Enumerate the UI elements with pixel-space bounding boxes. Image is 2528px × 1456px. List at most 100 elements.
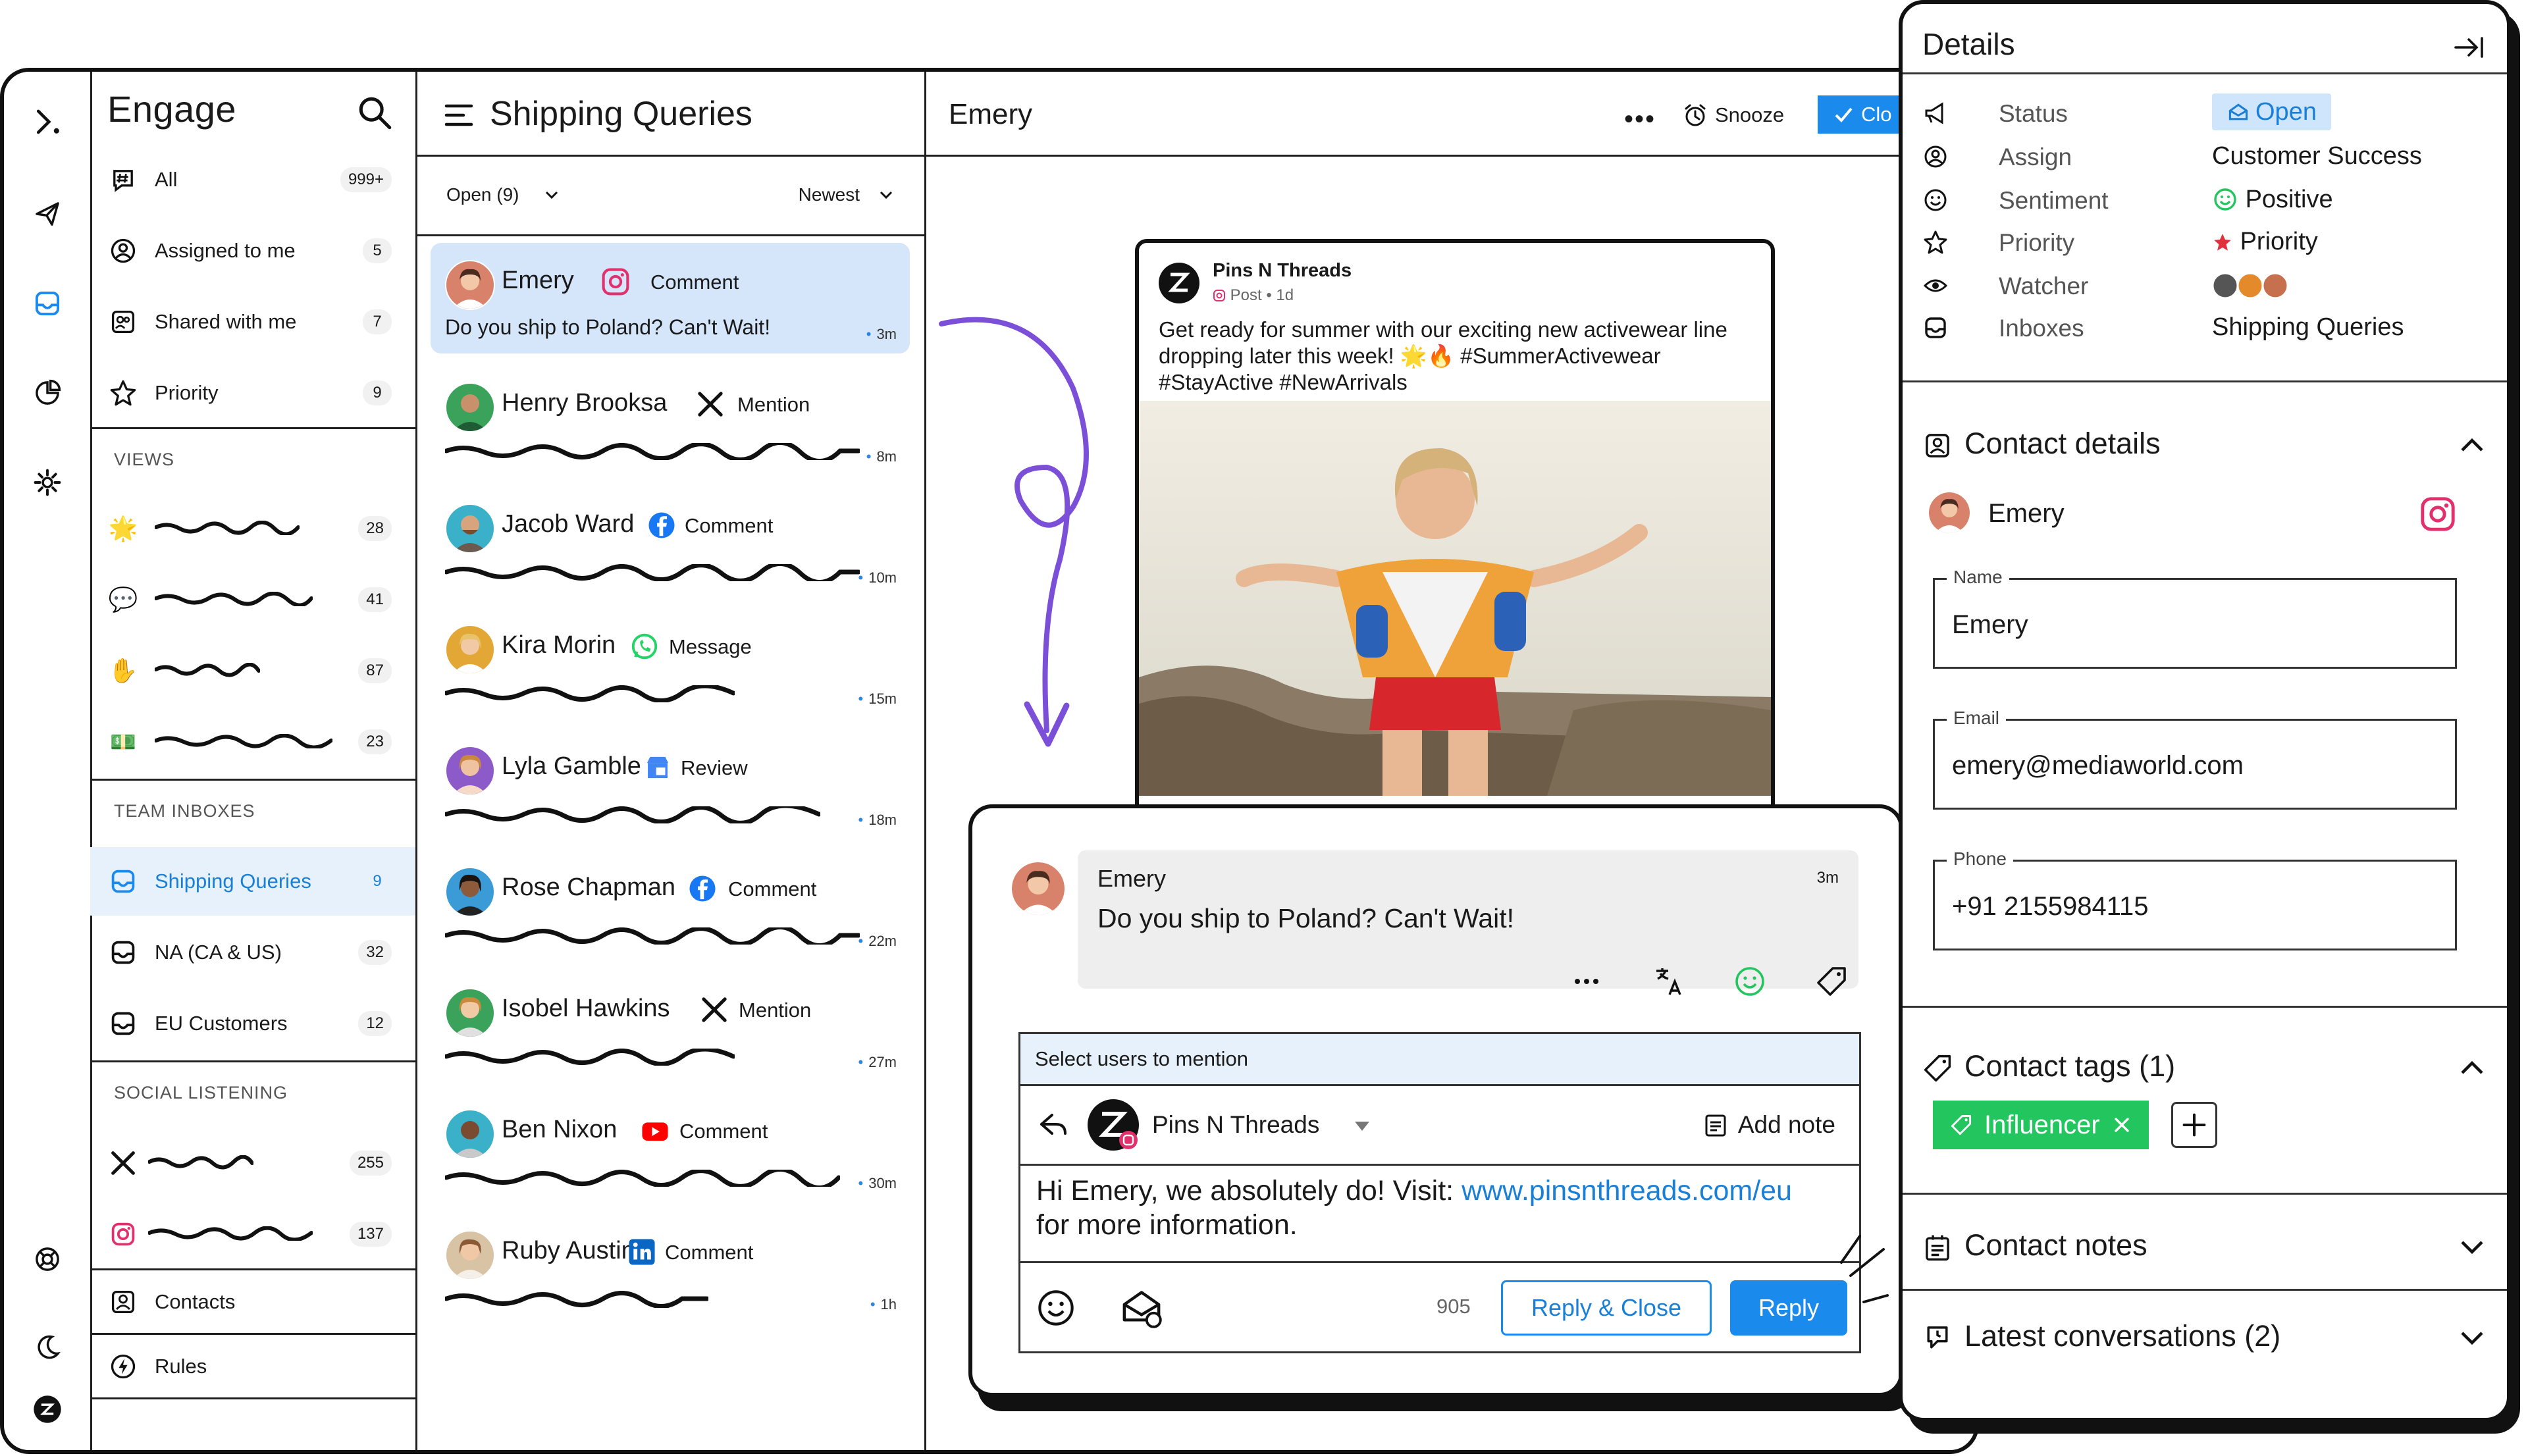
caret-down-icon[interactable] (1354, 1120, 1371, 1132)
social-item-instagram[interactable]: 137 (90, 1200, 415, 1268)
reply-button[interactable]: Reply (1730, 1280, 1847, 1336)
collapse-panel-icon[interactable] (2453, 34, 2486, 61)
instagram-icon[interactable] (2419, 495, 2457, 533)
divider (90, 1268, 415, 1270)
detail-row-sentiment[interactable]: Sentiment Positive (1922, 180, 2507, 220)
logo-icon[interactable] (30, 105, 65, 139)
count-badge: 999+ (340, 167, 392, 192)
watcher-avatar-group (2211, 272, 2289, 299)
close-conversation-button[interactable]: Clo (1818, 95, 1908, 134)
watcher-avatars[interactable] (2211, 271, 2298, 307)
menu-icon[interactable] (444, 102, 474, 128)
nav-item-all[interactable]: All 999+ (90, 145, 415, 214)
more-options-button[interactable]: ••• (1624, 105, 1656, 134)
reply-arrow-icon[interactable] (1038, 1108, 1069, 1140)
reply-text-end: for more information. (1036, 1209, 1298, 1241)
settings-icon[interactable] (30, 465, 65, 500)
conversation-item[interactable]: Rose Chapman Comment 22m (431, 850, 910, 960)
emoji-icon[interactable] (1035, 1287, 1077, 1329)
sender-selector[interactable]: Pins N Threads (1152, 1111, 1319, 1139)
conversation-item[interactable]: Jacob Ward Comment 10m (431, 486, 910, 597)
tag-icon[interactable] (1812, 962, 1851, 1001)
view-item[interactable]: ✋ 87 (90, 637, 415, 705)
detail-row-inboxes[interactable]: Inboxes Shipping Queries (1922, 308, 2507, 348)
team-inbox-na[interactable]: NA (CA & US) 32 (90, 918, 415, 987)
nav-item-rules[interactable]: Rules (90, 1336, 415, 1397)
phone-field[interactable]: Phone +91 2155984115 (1933, 848, 2457, 950)
reply-link[interactable]: www.pinsnthreads.com/eu (1462, 1175, 1792, 1207)
nav-item-priority[interactable]: Priority 9 (90, 359, 415, 427)
conversation-item[interactable]: Isobel Hawkins Mention 27m (431, 971, 910, 1081)
send-icon[interactable] (30, 197, 65, 231)
timestamp: 1h (870, 1296, 897, 1313)
help-icon[interactable] (30, 1242, 65, 1276)
sort-dropdown[interactable]: Newest (799, 184, 860, 205)
name-field[interactable]: Name Emery (1933, 567, 2457, 669)
sentiment-positive-icon[interactable] (1731, 962, 1769, 1001)
more-icon[interactable] (1567, 962, 1606, 1001)
reply-textarea[interactable]: Hi Emery, we absolutely do! Visit: www.p… (1036, 1174, 1842, 1242)
team-inbox-eu[interactable]: EU Customers 12 (90, 989, 415, 1058)
chevron-up-icon[interactable] (2457, 1056, 2487, 1079)
remove-tag-icon[interactable] (2112, 1115, 2132, 1135)
timestamp: 22m (858, 933, 897, 950)
sender-avatar[interactable] (1088, 1099, 1139, 1151)
contact-details-header[interactable]: Contact details (1922, 423, 2487, 469)
x-icon (698, 392, 723, 417)
mention-bar[interactable]: Select users to mention (1020, 1034, 1859, 1086)
snooze-label: Snooze (1715, 103, 1785, 126)
nav-item-assigned[interactable]: Assigned to me 5 (90, 217, 415, 285)
social-item-x[interactable]: 255 (90, 1129, 415, 1197)
sentiment-value: Positive (2245, 186, 2333, 213)
contact-notes-header[interactable]: Contact notes (1922, 1224, 2487, 1270)
contact-tags-header[interactable]: Contact tags (1) (1922, 1045, 2487, 1091)
canned-reply-icon[interactable] (1119, 1286, 1164, 1330)
conversation-type: Mention (739, 999, 812, 1022)
detail-key: Priority (1999, 229, 2075, 256)
view-item[interactable]: 🌟 28 (90, 494, 415, 563)
chevron-down-icon[interactable] (2457, 1326, 2487, 1349)
view-item[interactable]: 💵 23 (90, 708, 415, 776)
inbox-icon (1925, 317, 1946, 338)
snooze-button[interactable]: Snooze (1682, 102, 1784, 128)
status-badge[interactable]: Open (2212, 93, 2331, 130)
chevron-down-icon[interactable] (2457, 1235, 2487, 1259)
detail-row-assign[interactable]: Assign Customer Success (1922, 137, 2507, 176)
conversation-item[interactable]: Ruby Austin Comment 1h (431, 1213, 910, 1324)
chevron-down-icon[interactable] (544, 187, 560, 203)
dark-mode-icon[interactable] (30, 1330, 65, 1365)
translate-icon[interactable] (1650, 962, 1689, 1001)
alarm-clock-icon (1685, 104, 1706, 126)
contact-name: Lyla Gamble (502, 752, 641, 780)
conversation-item[interactable]: Emery Comment Do you ship to Poland? Can… (431, 243, 910, 353)
status-filter-dropdown[interactable]: Open (9) (446, 184, 519, 205)
nav-item-contacts[interactable]: Contacts (90, 1271, 415, 1333)
views-header: VIEWS (114, 450, 175, 469)
search-icon[interactable] (356, 94, 394, 132)
team-inbox-shipping-queries[interactable]: Shipping Queries 9 (90, 847, 415, 916)
analytics-icon[interactable] (30, 376, 65, 410)
tag-chip[interactable]: Influencer (1933, 1101, 2149, 1149)
post-meta: Post • 1d (1213, 286, 1294, 305)
add-tag-button[interactable] (2171, 1102, 2217, 1148)
detail-row-watcher[interactable]: Watcher (1922, 266, 2507, 305)
conversation-item[interactable]: Kira Morin Message 15m (431, 608, 910, 718)
avatar (445, 746, 495, 796)
conversation-item[interactable]: Ben Nixon Comment 30m (431, 1092, 910, 1203)
latest-conversations-header[interactable]: Latest conversations (2) (1922, 1315, 2487, 1361)
account-avatar[interactable] (30, 1392, 65, 1426)
nav-item-shared[interactable]: Shared with me 7 (90, 288, 415, 356)
email-field[interactable]: Email emery@mediaworld.com (1933, 708, 2457, 810)
view-item[interactable]: 💬 41 (90, 565, 415, 634)
conversation-item[interactable]: Lyla Gamble Review 18m (431, 729, 910, 839)
conversation-item[interactable]: Henry Brooksa Mention 8m (431, 365, 910, 476)
detail-row-priority[interactable]: Priority Priority (1922, 222, 2507, 262)
count-badge: 255 (349, 1151, 392, 1176)
inbox-icon[interactable] (30, 286, 65, 321)
sender-row: Pins N Threads Add note (1020, 1086, 1859, 1166)
chevron-up-icon[interactable] (2457, 433, 2487, 457)
reply-and-close-button[interactable]: Reply & Close (1501, 1280, 1712, 1336)
add-note-button[interactable]: Add note (1702, 1111, 1835, 1139)
view-emoji: 💬 (108, 586, 138, 613)
chevron-down-icon[interactable] (878, 187, 894, 203)
